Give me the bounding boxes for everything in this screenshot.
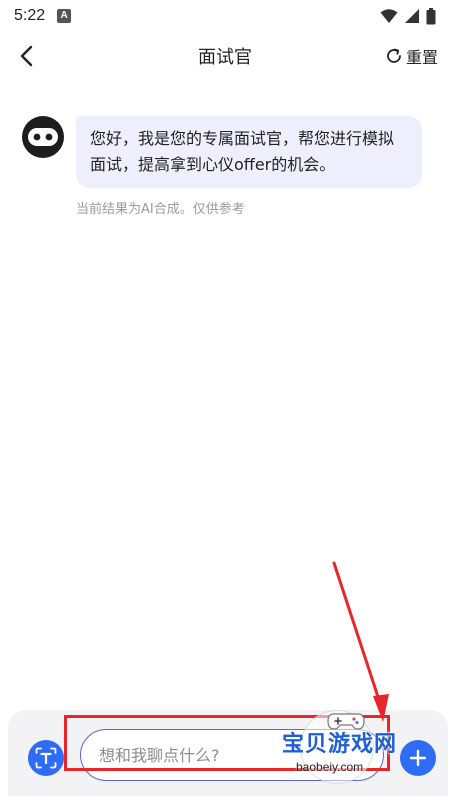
nav-bar: 面试官 重置 (0, 34, 450, 78)
page-title: 面试官 (198, 47, 252, 68)
more-options-button[interactable] (400, 740, 436, 776)
chevron-left-icon (20, 45, 33, 67)
text-scan-icon (35, 747, 57, 769)
back-button[interactable] (10, 40, 42, 72)
ai-disclaimer: 当前结果为AI合成。仅供参考 (76, 202, 245, 217)
input-panel (8, 710, 448, 796)
chat-input[interactable] (80, 729, 384, 781)
bot-message-bubble: 您好，我是您的专属面试官，帮您进行模拟面试，提高拿到心仪offer的机会。 (76, 116, 422, 188)
status-bar: 5:22 A (0, 0, 450, 32)
refresh-icon (387, 48, 401, 63)
robot-face-icon (28, 128, 58, 146)
chat-area[interactable]: 您好，我是您的专属面试官，帮您进行模拟面试，提高拿到心仪offer的机会。 当前… (0, 90, 450, 700)
reset-button[interactable]: 重置 (385, 42, 438, 70)
wifi-icon (380, 9, 398, 23)
reset-label: 重置 (405, 48, 438, 67)
plus-icon (409, 749, 427, 767)
notification-app-icon: A (57, 9, 72, 23)
status-time: 5:22 (14, 7, 46, 24)
status-icons (380, 7, 436, 25)
battery-icon (426, 7, 436, 24)
text-mode-button[interactable] (28, 740, 64, 776)
signal-icon (405, 9, 419, 23)
bot-avatar (22, 116, 64, 158)
